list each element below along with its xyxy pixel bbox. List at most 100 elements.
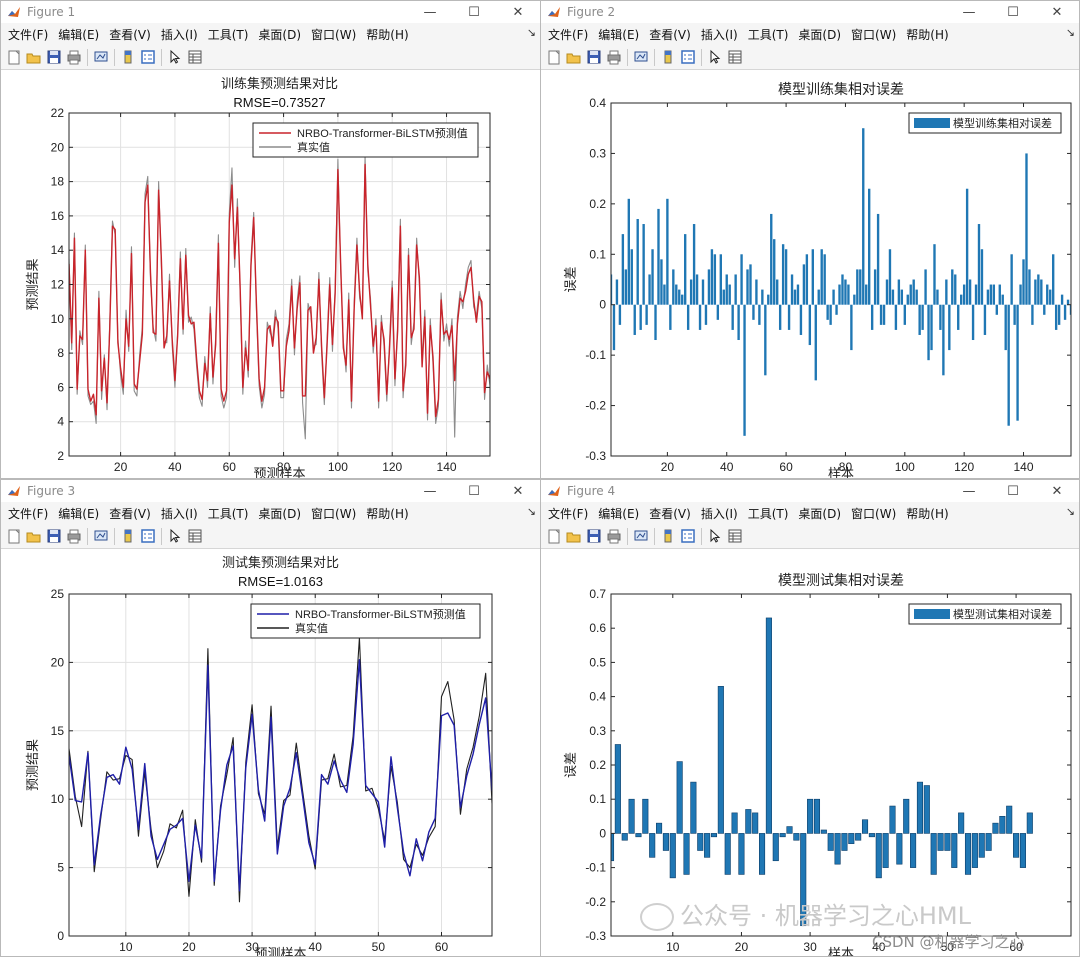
menu-help[interactable]: 帮助(H) — [361, 26, 413, 43]
dock-figure-icon[interactable]: ↘ — [527, 505, 536, 518]
colorbar-icon[interactable] — [658, 527, 677, 546]
bar — [971, 833, 978, 868]
dock-figure-icon[interactable]: ↘ — [1066, 26, 1075, 39]
menu-insert[interactable]: 插入(I) — [156, 505, 203, 522]
menu-window[interactable]: 窗口(W) — [846, 26, 901, 43]
save-icon[interactable] — [44, 48, 63, 67]
menu-tools[interactable]: 工具(T) — [203, 26, 254, 43]
link-plot-icon[interactable] — [91, 48, 110, 67]
menu-tools[interactable]: 工具(T) — [743, 26, 794, 43]
menu-desktop[interactable]: 桌面(D) — [253, 505, 306, 522]
pointer-icon[interactable] — [705, 48, 724, 67]
legend-icon[interactable] — [138, 48, 157, 67]
open-file-icon[interactable] — [24, 48, 43, 67]
property-inspector-icon[interactable] — [185, 527, 204, 546]
close-button[interactable]: ✕ — [1035, 5, 1079, 20]
menu-desktop[interactable]: 桌面(D) — [793, 26, 846, 43]
maximize-button[interactable]: ☐ — [452, 484, 496, 499]
menu-edit[interactable]: 编辑(E) — [53, 26, 104, 43]
menu-view[interactable]: 查看(V) — [104, 26, 156, 43]
menu-file[interactable]: 文件(F) — [3, 26, 53, 43]
bar — [1026, 812, 1033, 834]
title-bar: Figure 4 — ☐ ✕ — [541, 480, 1079, 502]
minimize-button[interactable]: — — [947, 5, 991, 20]
x-tick-label: 40 — [309, 940, 323, 954]
menu-edit[interactable]: 编辑(E) — [53, 505, 104, 522]
menu-view[interactable]: 查看(V) — [644, 505, 696, 522]
menu-window[interactable]: 窗口(W) — [306, 26, 361, 43]
print-icon[interactable] — [64, 48, 83, 67]
property-inspector-icon[interactable] — [185, 48, 204, 67]
bar — [770, 213, 773, 305]
menu-window[interactable]: 窗口(W) — [306, 505, 361, 522]
bar — [778, 304, 782, 330]
save-icon[interactable] — [584, 527, 603, 546]
y-tick-label: 25 — [51, 587, 65, 601]
legend-icon[interactable] — [678, 527, 697, 546]
menu-help[interactable]: 帮助(H) — [901, 505, 953, 522]
chart-subtitle: RMSE=1.0163 — [238, 574, 323, 589]
menu-file[interactable]: 文件(F) — [3, 505, 53, 522]
menu-insert[interactable]: 插入(I) — [156, 26, 203, 43]
save-icon[interactable] — [44, 527, 63, 546]
minimize-button[interactable]: — — [947, 484, 991, 499]
pointer-icon[interactable] — [705, 527, 724, 546]
maximize-button[interactable]: ☐ — [991, 5, 1035, 20]
menu-tools[interactable]: 工具(T) — [743, 505, 794, 522]
colorbar-icon[interactable] — [658, 48, 677, 67]
print-icon[interactable] — [604, 527, 623, 546]
close-button[interactable]: ✕ — [496, 5, 540, 20]
property-inspector-icon[interactable] — [725, 48, 744, 67]
menu-desktop[interactable]: 桌面(D) — [253, 26, 306, 43]
dock-figure-icon[interactable]: ↘ — [527, 26, 536, 39]
close-button[interactable]: ✕ — [496, 484, 540, 499]
close-button[interactable]: ✕ — [1035, 484, 1079, 499]
menu-view[interactable]: 查看(V) — [644, 26, 696, 43]
open-file-icon[interactable] — [564, 527, 583, 546]
new-figure-icon[interactable] — [4, 527, 23, 546]
link-plot-icon[interactable] — [91, 527, 110, 546]
menu-tools[interactable]: 工具(T) — [203, 505, 254, 522]
legend-icon[interactable] — [138, 527, 157, 546]
menu-desktop[interactable]: 桌面(D) — [793, 505, 846, 522]
maximize-button[interactable]: ☐ — [991, 484, 1035, 499]
maximize-button[interactable]: ☐ — [452, 5, 496, 20]
menu-window[interactable]: 窗口(W) — [846, 505, 901, 522]
pointer-icon[interactable] — [165, 48, 184, 67]
y-axis-label: 预测结果 — [26, 258, 41, 310]
menu-file[interactable]: 文件(F) — [543, 26, 593, 43]
menu-edit[interactable]: 编辑(E) — [593, 505, 644, 522]
bar — [773, 239, 776, 305]
menu-help[interactable]: 帮助(H) — [901, 26, 953, 43]
bar — [656, 822, 663, 834]
link-plot-icon[interactable] — [631, 48, 650, 67]
new-figure-icon[interactable] — [544, 527, 563, 546]
bar — [704, 833, 711, 858]
colorbar-icon[interactable] — [118, 527, 137, 546]
bar — [1006, 805, 1013, 834]
new-figure-icon[interactable] — [4, 48, 23, 67]
open-file-icon[interactable] — [564, 48, 583, 67]
minimize-button[interactable]: — — [408, 5, 452, 20]
menu-insert[interactable]: 插入(I) — [696, 26, 743, 43]
minimize-button[interactable]: — — [408, 484, 452, 499]
print-icon[interactable] — [64, 527, 83, 546]
save-icon[interactable] — [584, 48, 603, 67]
link-plot-icon[interactable] — [631, 527, 650, 546]
toolbar-separator — [701, 48, 702, 66]
colorbar-icon[interactable] — [118, 48, 137, 67]
menu-view[interactable]: 查看(V) — [104, 505, 156, 522]
menu-file[interactable]: 文件(F) — [543, 505, 593, 522]
dock-figure-icon[interactable]: ↘ — [1066, 505, 1075, 518]
menu-help[interactable]: 帮助(H) — [361, 505, 413, 522]
menu-edit[interactable]: 编辑(E) — [593, 26, 644, 43]
pointer-icon[interactable] — [165, 527, 184, 546]
menu-insert[interactable]: 插入(I) — [696, 505, 743, 522]
new-figure-icon[interactable] — [544, 48, 563, 67]
legend-icon[interactable] — [678, 48, 697, 67]
bar — [875, 833, 882, 879]
property-inspector-icon[interactable] — [725, 527, 744, 546]
bar — [639, 304, 642, 330]
print-icon[interactable] — [604, 48, 623, 67]
open-file-icon[interactable] — [24, 527, 43, 546]
